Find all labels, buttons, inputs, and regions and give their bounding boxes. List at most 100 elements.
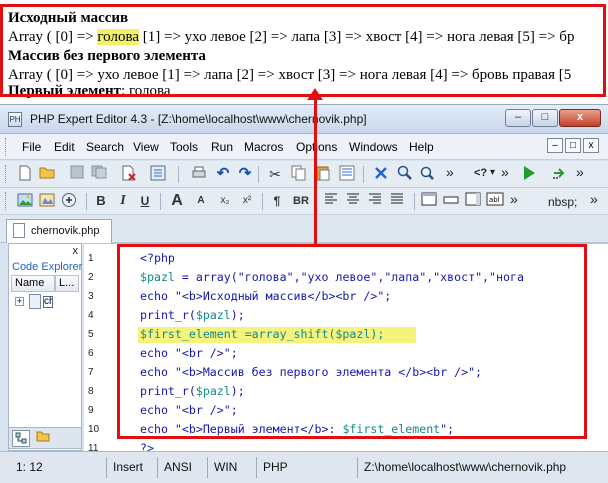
font-bigger-button[interactable]: A bbox=[168, 192, 186, 210]
status-line-ending[interactable]: WIN bbox=[214, 460, 237, 474]
label-icon[interactable]: abl bbox=[486, 192, 504, 210]
copy-icon[interactable] bbox=[290, 165, 308, 183]
select-all-icon[interactable] bbox=[338, 165, 356, 183]
mdi-close-button[interactable]: x bbox=[583, 138, 599, 153]
close-button[interactable]: x bbox=[559, 109, 601, 127]
align-justify-icon[interactable] bbox=[388, 192, 406, 210]
tab-chernovik[interactable]: chernovik.php bbox=[6, 219, 112, 243]
menu-tools[interactable]: Tools bbox=[170, 140, 198, 154]
paragraph-button[interactable]: ¶ bbox=[268, 192, 286, 210]
maximize-button[interactable]: □ bbox=[532, 109, 558, 127]
mdi-restore-button[interactable]: □ bbox=[565, 138, 581, 153]
find-icon[interactable] bbox=[396, 165, 414, 183]
file-manager-icon[interactable] bbox=[149, 165, 167, 183]
explorer-title: Code Explorer bbox=[12, 261, 83, 273]
php-tag-button[interactable]: <? bbox=[474, 167, 487, 179]
close-file-icon[interactable] bbox=[120, 165, 138, 183]
text-input-icon[interactable] bbox=[442, 192, 460, 210]
line-number: 4 bbox=[88, 310, 94, 321]
save-icon[interactable] bbox=[68, 165, 86, 183]
browser-output: Исходный массив Array ( [0] => голова [1… bbox=[0, 0, 608, 98]
save-all-icon[interactable] bbox=[90, 165, 108, 183]
toolbar-separator bbox=[258, 166, 259, 183]
output-heading-shifted: Массив без первого элемента bbox=[8, 48, 206, 64]
minimize-button[interactable]: – bbox=[505, 109, 531, 127]
status-separator bbox=[157, 457, 158, 478]
toolbar2-overflow-1[interactable]: » bbox=[510, 191, 518, 207]
php-tag-dropdown[interactable]: ▾ bbox=[490, 167, 495, 178]
code-string: "<b>Массив без первого элемента </b><br … bbox=[167, 365, 483, 379]
tab-label: chernovik.php bbox=[31, 225, 100, 237]
tree-expand-icon[interactable]: + bbox=[15, 297, 24, 306]
align-left-icon[interactable] bbox=[322, 192, 340, 210]
menu-search[interactable]: Search bbox=[86, 140, 124, 154]
code-paren: ); bbox=[230, 308, 245, 322]
status-bar: 1: 12 Insert ANSI WIN PHP Z:\home\localh… bbox=[0, 451, 608, 483]
italic-button[interactable]: I bbox=[114, 192, 132, 210]
output-array-prefix: Array ( [0] => bbox=[8, 29, 98, 45]
file-tab-bar: chernovik.php bbox=[0, 215, 608, 243]
toolbar-overflow-1[interactable]: » bbox=[446, 164, 454, 180]
image-map-icon[interactable] bbox=[38, 192, 56, 210]
align-center-icon[interactable] bbox=[344, 192, 362, 210]
line-break-button[interactable]: BR bbox=[290, 192, 312, 210]
menu-view[interactable]: View bbox=[133, 140, 159, 154]
status-insert-mode[interactable]: Insert bbox=[113, 460, 143, 474]
mdi-minimize-button[interactable]: – bbox=[547, 138, 563, 153]
toolbar-overflow-3[interactable]: » bbox=[576, 164, 584, 180]
code-editor[interactable]: 1 2 3 4 5 6 7 8 9 10 11 <?php $pazl = ar… bbox=[84, 243, 608, 451]
toolbar-grip[interactable] bbox=[5, 165, 8, 183]
toolbar-grip[interactable] bbox=[5, 192, 8, 210]
delete-icon[interactable] bbox=[372, 165, 390, 183]
open-folder-icon[interactable] bbox=[38, 165, 56, 183]
tree-item-label[interactable]: ch bbox=[43, 296, 53, 308]
menu-file[interactable]: File bbox=[22, 140, 41, 154]
status-separator bbox=[256, 457, 257, 478]
flash-icon[interactable] bbox=[60, 192, 78, 210]
line-number: 3 bbox=[88, 291, 94, 302]
menu-edit[interactable]: Edit bbox=[54, 140, 75, 154]
new-file-icon[interactable] bbox=[16, 165, 34, 183]
menu-run[interactable]: Run bbox=[211, 140, 233, 154]
status-encoding[interactable]: ANSI bbox=[164, 460, 192, 474]
superscript-button[interactable]: x² bbox=[238, 192, 256, 210]
code-string: "<br />"; bbox=[167, 346, 238, 360]
main-toolbar: ↶ ↷ ✂ » <? ▾ » » bbox=[0, 161, 608, 188]
form-icon[interactable] bbox=[420, 192, 438, 210]
step-run-icon[interactable] bbox=[550, 165, 568, 183]
explorer-tab-folder[interactable] bbox=[34, 430, 52, 447]
status-language[interactable]: PHP bbox=[263, 460, 288, 474]
line-number: 2 bbox=[88, 272, 94, 283]
cut-icon[interactable]: ✂ bbox=[266, 165, 284, 183]
replace-icon[interactable] bbox=[418, 165, 436, 183]
title-bar[interactable]: PH PHP Expert Editor 4.3 - [Z:\home\loca… bbox=[0, 105, 608, 134]
menu-windows[interactable]: Windows bbox=[349, 140, 398, 154]
menu-help[interactable]: Help bbox=[409, 140, 434, 154]
font-smaller-button[interactable]: A bbox=[192, 192, 210, 210]
image-icon[interactable] bbox=[16, 192, 34, 210]
explorer-tab-tree[interactable] bbox=[12, 430, 30, 447]
redo-icon[interactable]: ↷ bbox=[236, 165, 254, 183]
bold-button[interactable]: B bbox=[92, 192, 110, 210]
code-function: print_r bbox=[140, 384, 189, 398]
explorer-close-icon[interactable]: x bbox=[73, 245, 79, 257]
toolbar-separator bbox=[86, 193, 87, 210]
textarea-icon[interactable] bbox=[464, 192, 482, 210]
menu-macros[interactable]: Macros bbox=[244, 140, 283, 154]
code-line-9: echo "<br />"; bbox=[140, 402, 238, 418]
column-line-header[interactable]: L... bbox=[55, 275, 79, 292]
menu-grip[interactable] bbox=[5, 138, 8, 156]
code-line-7: echo "<b>Массив без первого элемента </b… bbox=[140, 364, 482, 380]
toolbar-overflow-2[interactable]: » bbox=[501, 164, 509, 180]
align-right-icon[interactable] bbox=[366, 192, 384, 210]
subscript-button[interactable]: x₂ bbox=[216, 192, 234, 210]
code-explorer-panel: x Code Explorer Name L... + ch bbox=[8, 243, 82, 451]
undo-icon[interactable]: ↶ bbox=[214, 165, 232, 183]
print-icon[interactable] bbox=[190, 165, 208, 183]
nbsp-button[interactable]: nbsp; bbox=[548, 195, 577, 209]
column-name-header[interactable]: Name bbox=[11, 275, 55, 292]
run-icon[interactable] bbox=[520, 165, 538, 183]
toolbar2-overflow-2[interactable]: » bbox=[590, 191, 598, 207]
underline-button[interactable]: U bbox=[136, 192, 154, 210]
php-app-icon[interactable]: PH bbox=[8, 112, 22, 127]
